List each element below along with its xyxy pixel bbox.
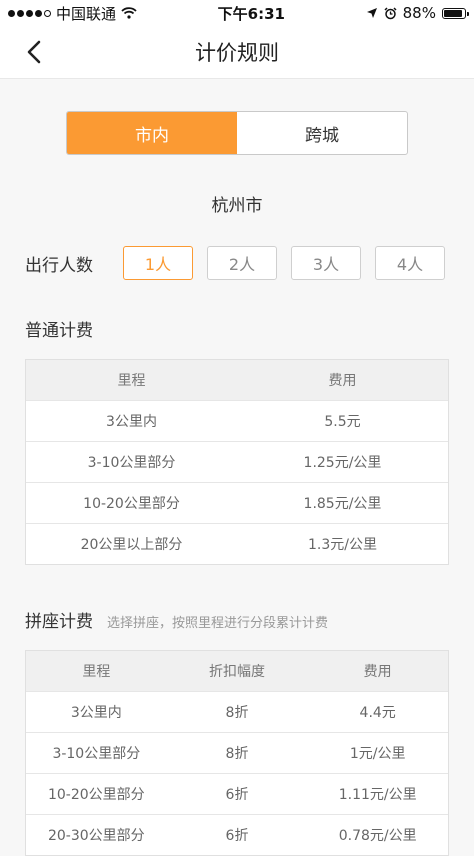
mileage-cell: 20-30公里部分 <box>47 828 145 844</box>
discount-cell: 6折 <box>225 787 249 803</box>
passenger-option-4[interactable]: 4人 <box>375 246 445 280</box>
table-row: 3公里内 8折 4.4元 <box>26 691 448 732</box>
alarm-icon <box>384 6 397 19</box>
table-header-row: 里程 费用 <box>26 360 448 400</box>
passenger-option-2[interactable]: 2人 <box>207 246 277 280</box>
fee-cell: 1.11元/公里 <box>338 787 417 803</box>
wifi-icon <box>121 7 137 19</box>
carpool-fare-table: 里程 折扣幅度 费用 3公里内 8折 4.4元 3-10公里部分 8折 1元/公… <box>25 650 449 856</box>
header-discount: 折扣幅度 <box>209 664 265 680</box>
mileage-cell: 3-10公里部分 <box>52 746 141 762</box>
normal-fare-title: 普通计费 <box>25 321 93 341</box>
table-row: 10-20公里部分 6折 1.11元/公里 <box>26 773 448 814</box>
location-arrow-icon <box>366 8 377 18</box>
fee-cell: 1.3元/公里 <box>308 537 377 553</box>
status-time: 下午6:31 <box>217 4 285 23</box>
fee-cell: 0.78元/公里 <box>338 828 417 844</box>
passenger-option-3[interactable]: 3人 <box>291 246 361 280</box>
status-bar: 中国联通 下午6:31 88% <box>0 0 474 26</box>
page-title: 计价规则 <box>195 41 279 65</box>
status-right: 88% <box>366 4 469 22</box>
mileage-cell: 10-20公里部分 <box>47 787 145 803</box>
table-row: 20公里以上部分 1.3元/公里 <box>26 523 448 564</box>
fee-cell: 5.5元 <box>324 414 361 430</box>
header-fee: 费用 <box>363 664 392 680</box>
back-button[interactable] <box>20 38 48 66</box>
trip-type-switch-container: 市内 跨城 <box>0 111 474 155</box>
discount-cell: 8折 <box>225 705 249 721</box>
mileage-cell: 3-10公里部分 <box>87 455 176 471</box>
carrier-name: 中国联通 <box>56 4 117 23</box>
mileage-cell: 10-20公里部分 <box>83 496 180 512</box>
battery-percent: 88% <box>402 4 436 22</box>
fee-cell: 4.4元 <box>359 705 396 721</box>
carpool-fare-note: 选择拼座，按照里程进行分段累计计费 <box>107 616 329 631</box>
mileage-cell: 3公里内 <box>106 414 157 430</box>
carpool-fare-heading: 拼座计费 选择拼座，按照里程进行分段累计计费 <box>25 607 474 632</box>
header-mileage: 里程 <box>82 664 111 680</box>
passenger-count-label: 出行人数 <box>25 255 93 276</box>
passenger-count-row: 出行人数 1人 2人 3人 4人 <box>0 246 474 280</box>
mileage-cell: 3公里内 <box>70 705 122 721</box>
discount-cell: 8折 <box>225 746 249 762</box>
header-mileage: 里程 <box>117 373 146 389</box>
carpool-fare-title: 拼座计费 <box>25 612 93 632</box>
passenger-option-1[interactable]: 1人 <box>123 246 193 280</box>
mileage-cell: 20公里以上部分 <box>80 537 183 553</box>
tab-city[interactable]: 市内 <box>67 112 237 154</box>
status-left: 中国联通 <box>8 3 137 24</box>
city-name: 杭州市 <box>211 196 263 216</box>
header-fee: 费用 <box>328 373 357 389</box>
normal-fare-table: 里程 费用 3公里内 5.5元 3-10公里部分 1.25元/公里 10-20公… <box>25 359 449 565</box>
table-row: 3-10公里部分 1.25元/公里 <box>26 441 448 482</box>
discount-cell: 6折 <box>225 828 249 844</box>
table-row: 3-10公里部分 8折 1元/公里 <box>26 732 448 773</box>
signal-strength-icon <box>8 9 51 17</box>
table-row: 3公里内 5.5元 <box>26 400 448 441</box>
fee-cell: 1.25元/公里 <box>303 455 382 471</box>
fee-cell: 1元/公里 <box>349 746 406 762</box>
table-row: 20-30公里部分 6折 0.78元/公里 <box>26 814 448 855</box>
navigation-bar: 计价规则 <box>0 26 474 79</box>
fee-cell: 1.85元/公里 <box>303 496 382 512</box>
table-row: 10-20公里部分 1.85元/公里 <box>26 482 448 523</box>
chevron-left-icon <box>27 40 41 64</box>
battery-icon <box>441 7 469 19</box>
battery-level <box>443 9 462 17</box>
tab-intercity[interactable]: 跨城 <box>237 112 407 154</box>
table-header-row: 里程 折扣幅度 费用 <box>26 651 448 691</box>
trip-type-segmented-control: 市内 跨城 <box>66 111 408 155</box>
